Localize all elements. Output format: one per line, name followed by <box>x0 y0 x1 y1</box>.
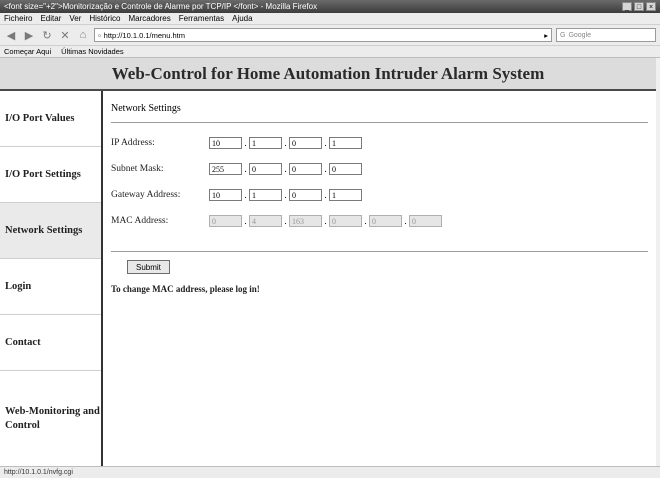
subnet-octet-3[interactable] <box>289 163 322 175</box>
menu-ver[interactable]: Ver <box>69 14 81 23</box>
mac-octet-1 <box>209 215 242 227</box>
page-content: Web-Control for Home Automation Intruder… <box>0 58 656 466</box>
home-icon[interactable]: ⌂ <box>76 28 90 42</box>
sidebar: I/O Port Values I/O Port Settings Networ… <box>0 91 103 466</box>
ip-octet-2[interactable] <box>249 137 282 149</box>
go-icon[interactable]: ▸ <box>544 31 548 40</box>
ip-address-label: IP Address: <box>111 138 155 148</box>
menu-ferramentas[interactable]: Ferramentas <box>179 14 224 23</box>
minimize-icon[interactable]: _ <box>622 2 632 11</box>
section-title: Network Settings <box>111 103 648 123</box>
gateway-address-row: Gateway Address: . . . <box>111 189 648 201</box>
subnet-octet-2[interactable] <box>249 163 282 175</box>
close-icon[interactable]: × <box>646 2 656 11</box>
bookmarks-toolbar: Começar Aqui Últimas Novidades <box>0 46 660 58</box>
bookmark-comecar-aqui[interactable]: Começar Aqui <box>4 47 51 56</box>
window-title: <font size="+2">Monitorização e Controle… <box>4 2 318 11</box>
gateway-address-label: Gateway Address: <box>111 190 181 200</box>
bookmark-ultimas-novidades[interactable]: Últimas Novidades <box>61 47 124 56</box>
search-placeholder: Google <box>568 31 592 39</box>
browser-title-bar: <font size="+2">Monitorização e Controle… <box>0 0 660 13</box>
maximize-icon[interactable]: □ <box>634 2 644 11</box>
mac-octet-5 <box>369 215 402 227</box>
ip-octet-4[interactable] <box>329 137 362 149</box>
navigation-toolbar: ◀ ▶ ↻ ✕ ⌂ ▫ http://10.1.0.1/menu.htm ▸ G… <box>0 25 660 46</box>
gateway-octet-2[interactable] <box>249 189 282 201</box>
menu-editar[interactable]: Editar <box>40 14 61 23</box>
divider <box>111 251 648 252</box>
window-controls: _ □ × <box>622 2 656 11</box>
mac-address-label: MAC Address: <box>111 216 169 226</box>
menu-ficheiro[interactable]: Ficheiro <box>4 14 32 23</box>
mac-octet-6 <box>409 215 442 227</box>
mac-octet-2 <box>249 215 282 227</box>
menu-historico[interactable]: Histórico <box>89 14 120 23</box>
network-settings-panel: Network Settings IP Address: . . . Subne… <box>103 91 656 466</box>
sidebar-item-network-settings[interactable]: Network Settings <box>0 203 101 259</box>
menu-ajuda[interactable]: Ajuda <box>232 14 252 23</box>
submit-button[interactable]: Submit <box>127 260 170 274</box>
mac-octet-4 <box>329 215 362 227</box>
subnet-octet-1[interactable] <box>209 163 242 175</box>
back-icon[interactable]: ◀ <box>4 28 18 42</box>
ip-octet-1[interactable] <box>209 137 242 149</box>
reload-icon[interactable]: ↻ <box>40 28 54 42</box>
mac-address-row: MAC Address: . . . . . <box>111 215 648 227</box>
page-title: Web-Control for Home Automation Intruder… <box>0 58 656 91</box>
url-text[interactable]: http://10.1.0.1/menu.htm <box>104 31 542 40</box>
menu-bar: Ficheiro Editar Ver Histórico Marcadores… <box>0 13 660 25</box>
subnet-mask-row: Subnet Mask: . . . <box>111 163 648 175</box>
search-engine-icon[interactable]: G <box>560 32 565 39</box>
forward-icon[interactable]: ▶ <box>22 28 36 42</box>
address-bar[interactable]: ▫ http://10.1.0.1/menu.htm ▸ <box>94 28 552 42</box>
subnet-mask-label: Subnet Mask: <box>111 164 164 174</box>
page-icon: ▫ <box>98 30 101 40</box>
sidebar-item-web-monitoring[interactable]: Web-Monitoring and Control <box>0 371 101 466</box>
gateway-octet-3[interactable] <box>289 189 322 201</box>
stop-icon[interactable]: ✕ <box>58 28 72 42</box>
gateway-octet-1[interactable] <box>209 189 242 201</box>
sidebar-item-io-port-values[interactable]: I/O Port Values <box>0 91 101 147</box>
mac-login-note: To change MAC address, please log in! <box>111 284 260 294</box>
status-text: http://10.1.0.1/nvfg.cgi <box>4 469 73 476</box>
sidebar-item-io-port-settings[interactable]: I/O Port Settings <box>0 147 101 203</box>
gateway-octet-4[interactable] <box>329 189 362 201</box>
ip-address-row: IP Address: . . . <box>111 137 648 149</box>
sidebar-item-contact[interactable]: Contact <box>0 315 101 371</box>
status-bar: http://10.1.0.1/nvfg.cgi <box>0 466 660 478</box>
sidebar-item-login[interactable]: Login <box>0 259 101 315</box>
subnet-octet-4[interactable] <box>329 163 362 175</box>
mac-octet-3 <box>289 215 322 227</box>
search-input[interactable]: G Google <box>556 28 656 42</box>
ip-octet-3[interactable] <box>289 137 322 149</box>
scrollbar[interactable] <box>656 58 660 466</box>
menu-marcadores[interactable]: Marcadores <box>129 14 171 23</box>
